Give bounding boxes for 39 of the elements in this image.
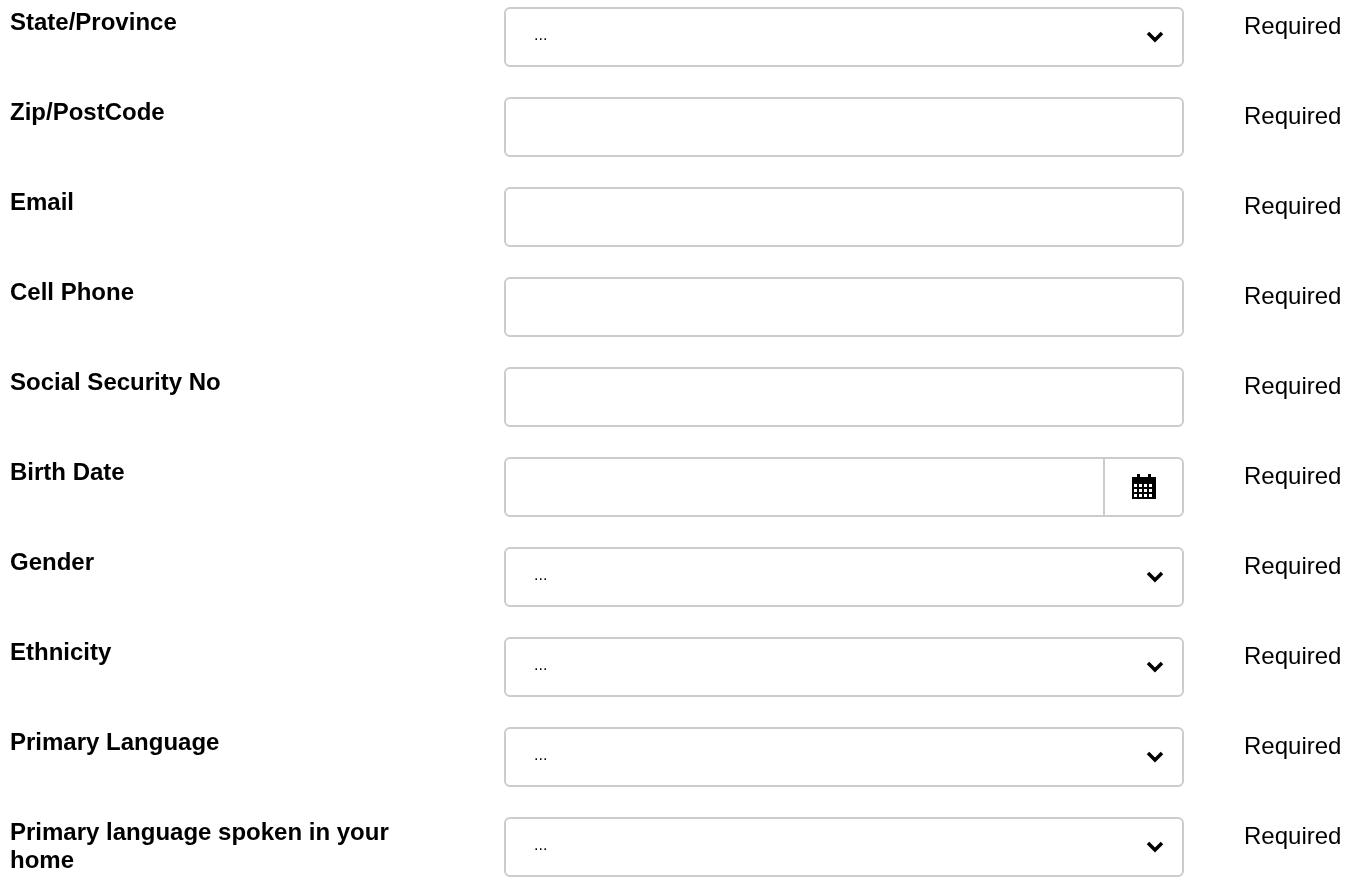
field-label: Birth Date (10, 457, 126, 486)
required-note: Required (1244, 191, 1342, 221)
field-label: Email (10, 187, 76, 216)
field-label: Ethnicity (10, 637, 113, 666)
required-note: Required (1244, 281, 1342, 311)
field-label: Zip/PostCode (10, 97, 166, 126)
chevron-icon (1146, 841, 1164, 853)
chevron-icon (1146, 31, 1164, 43)
field-label: Cell Phone (10, 277, 136, 306)
text-field[interactable] (504, 277, 1184, 337)
required-note: Required (1244, 371, 1342, 401)
dropdown-value: ... (534, 565, 548, 585)
required-note: Required (1244, 821, 1342, 851)
required-note: Required (1244, 731, 1342, 761)
text-field[interactable] (504, 187, 1184, 247)
field-label: Primary Language (10, 727, 221, 756)
dropdown[interactable]: ... (504, 817, 1184, 877)
required-note: Required (1244, 641, 1342, 671)
field-label: Gender (10, 547, 96, 576)
text-field[interactable] (504, 97, 1184, 157)
dropdown[interactable]: ... (504, 637, 1184, 697)
field-label: State/Province (10, 7, 178, 36)
required-note: Required (1244, 11, 1342, 41)
required-note: Required (1244, 101, 1342, 131)
required-note: Required (1244, 551, 1342, 581)
dropdown[interactable]: ... (504, 7, 1184, 67)
dropdown-value: ... (534, 655, 548, 675)
required-note: Required (1244, 461, 1342, 491)
dropdown[interactable]: ... (504, 727, 1184, 787)
dropdown-value: ... (534, 25, 548, 45)
chevron-icon (1146, 751, 1164, 763)
field-label: Primary language spoken in your home (10, 817, 390, 874)
dropdown-value: ... (534, 835, 548, 855)
dropdown[interactable]: ... (504, 547, 1184, 607)
chevron-icon (1146, 661, 1164, 673)
text-field[interactable] (504, 367, 1184, 427)
chevron-icon (1146, 571, 1164, 583)
field-label: Social Security No (10, 367, 222, 396)
dropdown-value: ... (534, 745, 548, 765)
